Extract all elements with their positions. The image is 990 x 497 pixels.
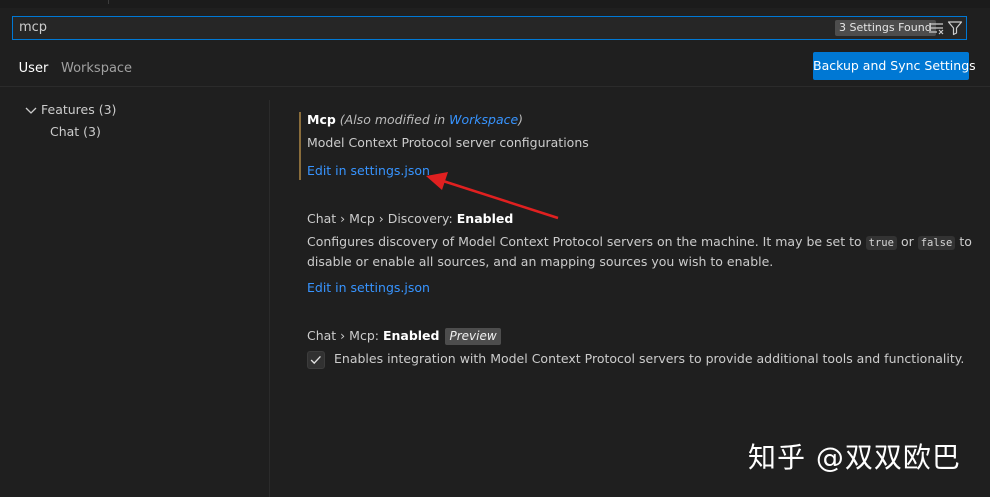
chevron-down-icon	[25, 107, 37, 114]
workspace-link[interactable]: Workspace	[449, 112, 518, 127]
enabled-category: Chat › Mcp:	[307, 328, 379, 343]
discovery-edit-settings-link[interactable]: Edit in settings.json	[307, 280, 430, 295]
results-count-badge: 3 Settings Found	[835, 20, 936, 36]
tab-divider	[0, 86, 990, 87]
preview-badge: Preview	[445, 328, 501, 345]
backup-sync-button[interactable]: Backup and Sync Settings	[813, 52, 976, 80]
search-input[interactable]: mcp	[19, 20, 47, 35]
discovery-desc-text: Configures discovery of Model Context Pr…	[307, 234, 862, 249]
modified-indicator	[299, 112, 301, 180]
mcp-enabled-description: Enables integration with Model Context P…	[334, 351, 965, 366]
mcp-edit-settings-link[interactable]: Edit in settings.json	[307, 163, 430, 178]
code-true: true	[865, 236, 897, 250]
filter-icon[interactable]	[947, 20, 963, 36]
toc-features-label: Features (3)	[41, 102, 117, 117]
to-text: to	[959, 234, 972, 249]
tab-workspace[interactable]: Workspace	[61, 60, 132, 86]
enabled-name: Enabled	[382, 328, 440, 343]
or-text: or	[900, 234, 914, 249]
setting-discovery-description-line2: disable or enable all sources, and an ma…	[307, 254, 774, 269]
mcp-enabled-checkbox[interactable]	[307, 351, 325, 369]
setting-mcp-description: Model Context Protocol server configurat…	[307, 135, 589, 150]
setting-discovery-title: Chat › Mcp › Discovery: Enabled	[307, 211, 513, 226]
toc-item-features[interactable]: Features (3)	[24, 102, 116, 117]
modified-prefix: (Also modified in	[339, 112, 446, 127]
settings-search-box[interactable]: mcp 3 Settings Found	[12, 16, 967, 40]
checkmark-icon	[310, 355, 321, 365]
setting-discovery-description: Configures discovery of Model Context Pr…	[307, 232, 972, 253]
setting-enabled-title: Chat › Mcp: Enabled Preview	[307, 328, 501, 345]
modified-suffix: )	[518, 112, 524, 127]
toc-divider	[269, 100, 270, 497]
code-false: false	[917, 236, 956, 250]
discovery-category: Chat › Mcp › Discovery:	[307, 211, 453, 226]
clear-filter-icon[interactable]	[928, 21, 944, 35]
toc-item-chat[interactable]: Chat (3)	[50, 124, 101, 139]
watermark: 知乎 @双双欧巴	[748, 441, 961, 474]
discovery-name: Enabled	[456, 211, 514, 226]
setting-mcp-name: Mcp	[307, 112, 336, 127]
tab-user[interactable]: User	[13, 60, 54, 87]
title-strip	[0, 0, 990, 8]
setting-mcp-title: Mcp (Also modified in Workspace)	[307, 112, 523, 127]
